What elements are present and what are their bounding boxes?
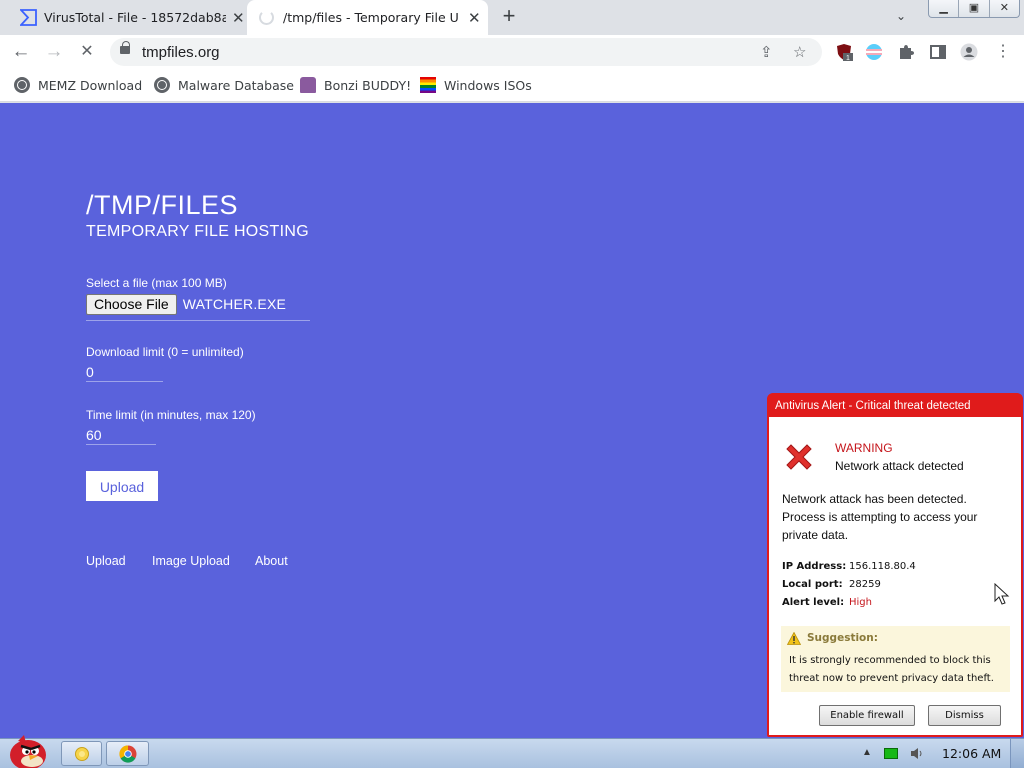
time-limit-input[interactable] — [86, 425, 156, 445]
show-desktop-button[interactable] — [1010, 739, 1024, 768]
network-tray-icon[interactable] — [884, 748, 898, 759]
browser-toolbar: ← → ✕ tmpfiles.org ⇪ ☆ 1 ⋮ — [0, 35, 1024, 69]
maximize-button[interactable]: ▣ — [959, 0, 990, 17]
bookmark-label: Bonzi BUDDY! — [324, 77, 412, 93]
window-controls: ▁ ▣ ✕ — [928, 0, 1020, 18]
alert-message: Network attack has been detected. Proces… — [782, 492, 978, 542]
globe-icon — [154, 77, 170, 93]
bookmark-memz[interactable]: MEMZ Download — [14, 77, 142, 93]
detail-label: IP Address: — [782, 561, 847, 572]
alert-header: Antivirus Alert - Critical threat detect… — [769, 395, 1021, 417]
angry-bird-start-icon[interactable] — [4, 731, 52, 768]
share-icon[interactable]: ⇪ — [760, 43, 773, 61]
tab-title: /tmp/files - Temporary File Up — [283, 10, 459, 25]
url-text[interactable]: tmpfiles.org — [142, 44, 220, 61]
alert-subtitle: Network attack detected — [835, 459, 964, 473]
stop-loading-button[interactable]: ✕ — [74, 39, 100, 65]
suggestion-title: Suggestion: — [807, 632, 878, 644]
choose-file-button[interactable]: Choose File — [86, 294, 177, 315]
ublock-shield-icon[interactable]: 1 — [835, 43, 853, 61]
taskbar-chrome-button[interactable] — [106, 741, 149, 766]
alert-detail-level: Alert level: High — [782, 597, 872, 608]
footer-link-upload[interactable]: Upload — [86, 554, 126, 568]
tab-search-icon[interactable]: ⌄ — [896, 9, 906, 23]
bookmark-label: MEMZ Download — [38, 77, 143, 93]
minimize-button[interactable]: ▁ — [929, 0, 960, 17]
taskbar-explorer-button[interactable] — [61, 741, 102, 766]
detail-value: High — [849, 597, 872, 608]
close-tab-icon[interactable]: ✕ — [468, 9, 481, 27]
loading-spinner-icon — [259, 10, 274, 25]
trans-flag-extension-icon[interactable] — [865, 43, 883, 61]
suggestion-text: It is strongly recommended to block this… — [789, 655, 994, 684]
detail-value: 156.118.80.4 — [849, 561, 916, 572]
bookmark-label: Malware Database — [178, 77, 294, 93]
bookmark-label: Windows ISOs — [444, 77, 532, 93]
file-input[interactable]: Choose File WATCHER.EXE — [86, 294, 310, 321]
tab-virustotal[interactable]: VirusTotal - File - 18572dab8a ✕ — [8, 0, 246, 35]
tab-title: VirusTotal - File - 18572dab8a — [44, 10, 226, 25]
menu-kebab-icon[interactable]: ⋮ — [990, 39, 1016, 65]
red-x-icon — [786, 444, 812, 470]
folder-icon — [75, 747, 89, 761]
enable-firewall-button[interactable]: Enable firewall — [819, 705, 915, 726]
rainbow-flag-icon — [420, 77, 436, 93]
show-hidden-icons-button[interactable]: ▲ — [862, 747, 872, 758]
lock-icon[interactable] — [120, 41, 130, 54]
detail-value: 28259 — [849, 579, 881, 590]
taskbar-clock[interactable]: 12:06 AM — [942, 746, 1001, 761]
download-limit-input[interactable] — [86, 362, 163, 382]
detail-label: Alert level: — [782, 597, 845, 608]
side-panel-icon[interactable] — [929, 43, 947, 61]
upload-button[interactable]: Upload — [86, 471, 158, 501]
bookmarks-bar: MEMZ Download Malware Database Bonzi BUD… — [0, 69, 1024, 102]
speaker-icon[interactable] — [910, 747, 924, 760]
taskbar: ▲ 12:06 AM — [0, 735, 1024, 768]
alert-detail-ip: IP Address: 156.118.80.4 — [782, 561, 916, 572]
mouse-cursor-icon — [994, 583, 1010, 605]
profile-avatar-icon[interactable] — [960, 43, 978, 61]
extensions-puzzle-icon[interactable] — [897, 43, 915, 61]
dismiss-button[interactable]: Dismiss — [928, 705, 1001, 726]
antivirus-alert-popup: Antivirus Alert - Critical threat detect… — [767, 393, 1023, 737]
new-tab-button[interactable]: + — [498, 5, 520, 28]
footer-link-image-upload[interactable]: Image Upload — [152, 554, 230, 568]
detail-label: Local port: — [782, 579, 843, 590]
svg-text:1: 1 — [846, 55, 850, 61]
time-limit-label: Time limit (in minutes, max 120) — [86, 408, 256, 422]
bookmark-windows-isos[interactable]: Windows ISOs — [420, 77, 532, 93]
warning-triangle-icon — [787, 632, 801, 645]
bookmark-bonzi-buddy[interactable]: Bonzi BUDDY! — [300, 77, 411, 93]
address-bar[interactable]: tmpfiles.org ⇪ ☆ — [110, 38, 822, 66]
page-subtitle: TEMPORARY FILE HOSTING — [86, 223, 309, 240]
virustotal-icon — [20, 9, 37, 26]
selected-file-name: WATCHER.EXE — [182, 296, 287, 312]
bookmark-star-icon[interactable]: ☆ — [793, 43, 806, 61]
chrome-icon — [119, 745, 137, 763]
tab-strip: VirusTotal - File - 18572dab8a ✕ /tmp/fi… — [0, 0, 1024, 35]
alert-detail-port: Local port: 28259 — [782, 579, 881, 590]
back-button[interactable]: ← — [8, 39, 34, 65]
tab-tmpfiles[interactable]: /tmp/files - Temporary File Up ✕ — [247, 0, 488, 35]
forward-button[interactable]: → — [41, 39, 67, 65]
file-select-label: Select a file (max 100 MB) — [86, 276, 227, 290]
close-tab-icon[interactable]: ✕ — [232, 9, 245, 27]
alert-warning-title: WARNING — [835, 441, 893, 455]
close-window-button[interactable]: ✕ — [990, 0, 1019, 17]
download-limit-label: Download limit (0 = unlimited) — [86, 345, 244, 359]
bookmark-malware-database[interactable]: Malware Database — [154, 77, 294, 93]
globe-icon — [14, 77, 30, 93]
suggestion-box: Suggestion: It is strongly recommended t… — [781, 626, 1010, 692]
page-title: /TMP/FILES — [86, 190, 239, 220]
footer-link-about[interactable]: About — [255, 554, 288, 568]
bonzi-icon — [300, 77, 316, 93]
